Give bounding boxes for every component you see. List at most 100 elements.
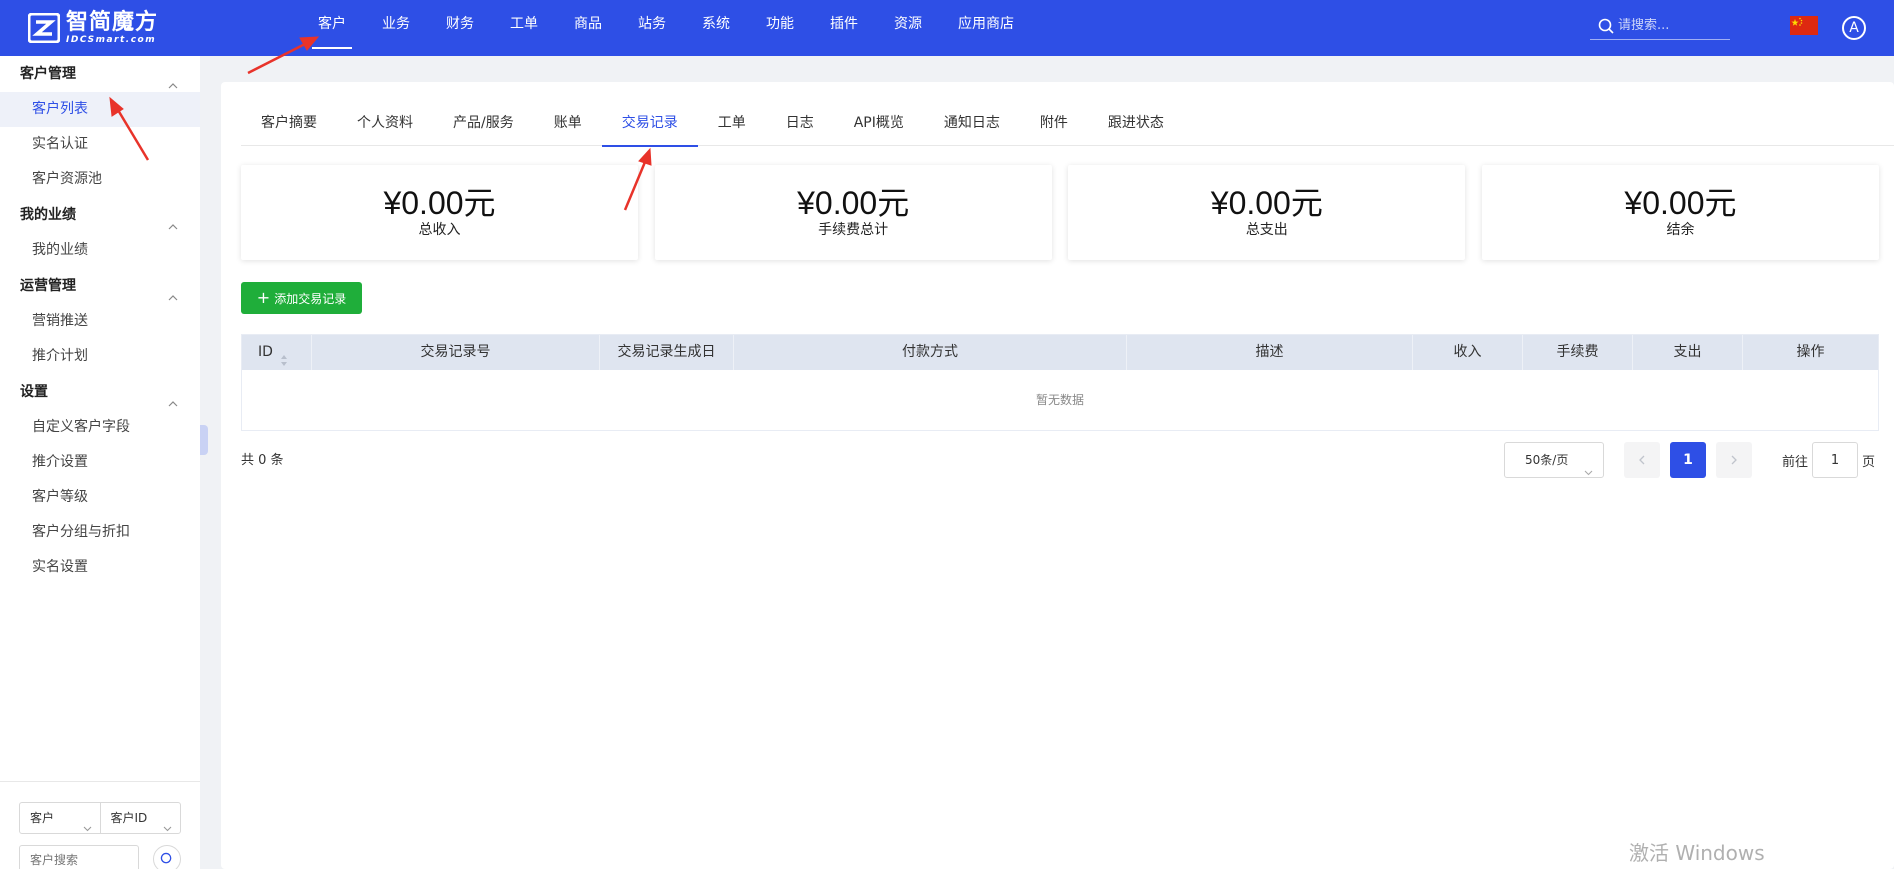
tab-logs[interactable]: 日志 <box>766 102 834 146</box>
stat-label: 结余 <box>1666 222 1695 238</box>
nav-tickets[interactable]: 工单 <box>492 0 556 50</box>
sidebar-item-real-name-auth[interactable]: 实名认证 <box>0 127 200 162</box>
brand-logo[interactable]: 智简魔方 IDCSmart.com <box>27 9 159 46</box>
col-expense: 支出 <box>1633 335 1743 370</box>
page-size-select[interactable]: 50条/页 <box>1504 442 1604 478</box>
user-avatar[interactable]: A <box>1842 16 1866 40</box>
stat-total-fees: ¥0.00元 手续费总计 <box>654 165 1052 260</box>
customer-keyword-input[interactable] <box>19 845 139 869</box>
chevron-right-icon <box>1731 455 1737 465</box>
sidebar-item-marketing-push[interactable]: 营销推送 <box>0 304 200 339</box>
transactions-table: ID 交易记录号 交易记录生成日 付款方式 描述 收入 手续费 支出 操作 暂无… <box>241 334 1879 431</box>
sidebar-item-customer-pool[interactable]: 客户资源池 <box>0 162 200 197</box>
main-nav: 客户 业务 财务 工单 商品 站务 系统 功能 插件 资源 应用商店 <box>300 0 1032 56</box>
stat-value: ¥0.00元 <box>383 185 496 221</box>
stat-balance: ¥0.00元 结余 <box>1481 165 1879 260</box>
chevron-up-icon <box>168 281 178 301</box>
col-id[interactable]: ID <box>242 335 312 370</box>
nav-customers[interactable]: 客户 <box>300 0 364 50</box>
pagination: 50条/页 1 前往 页 <box>1504 442 1875 478</box>
prev-page-button[interactable] <box>1624 442 1660 478</box>
chevron-down-icon <box>1584 456 1593 476</box>
col-fee: 手续费 <box>1523 335 1633 370</box>
china-flag-icon[interactable] <box>1790 16 1818 35</box>
windows-activation-watermark: 激活 Windows <box>1629 841 1765 865</box>
search-type-select[interactable]: 客户 <box>20 803 100 833</box>
sidebar-item-custom-fields[interactable]: 自定义客户字段 <box>0 410 200 445</box>
col-created-date: 交易记录生成日 <box>600 335 734 370</box>
next-page-button[interactable] <box>1716 442 1752 478</box>
total-count: 共 0 条 <box>241 453 284 468</box>
nav-app-store[interactable]: 应用商店 <box>940 0 1032 50</box>
nav-finance[interactable]: 财务 <box>428 0 492 50</box>
page-number-button[interactable]: 1 <box>1670 442 1706 478</box>
nav-features[interactable]: 功能 <box>748 0 812 50</box>
col-payment-method: 付款方式 <box>734 335 1127 370</box>
tab-follow-up-status[interactable]: 跟进状态 <box>1088 102 1184 146</box>
nav-plugins[interactable]: 插件 <box>812 0 876 50</box>
page-size-value: 50条/页 <box>1525 453 1569 467</box>
stat-total-income: ¥0.00元 总收入 <box>241 165 638 260</box>
top-navbar: 智简魔方 IDCSmart.com 客户 业务 财务 工单 商品 站务 系统 功… <box>0 0 1894 56</box>
chevron-up-icon <box>168 69 178 89</box>
tab-api-overview[interactable]: API概览 <box>834 102 924 146</box>
sidebar-group-operations[interactable]: 运营管理 <box>0 268 200 304</box>
sidebar-item-customer-list[interactable]: 客户列表 <box>0 92 200 127</box>
table-empty-state: 暂无数据 <box>1035 393 1084 407</box>
chevron-left-icon <box>1639 455 1645 465</box>
search-icon[interactable] <box>1598 18 1614 34</box>
stat-label: 总支出 <box>1245 222 1288 238</box>
sidebar-item-my-performance[interactable]: 我的业绩 <box>0 233 200 268</box>
nav-system[interactable]: 系统 <box>684 0 748 50</box>
sidebar-group-label: 运营管理 <box>20 278 76 294</box>
tab-customer-summary[interactable]: 客户摘要 <box>241 102 337 146</box>
sidebar-item-groups-discounts[interactable]: 客户分组与折扣 <box>0 515 200 550</box>
sidebar-item-customer-levels[interactable]: 客户等级 <box>0 480 200 515</box>
brand-domain: IDCSmart.com <box>66 34 157 45</box>
sidebar-group-my-performance[interactable]: 我的业绩 <box>0 197 200 233</box>
customer-search-button[interactable] <box>153 845 181 869</box>
col-description: 描述 <box>1127 335 1413 370</box>
sidebar-group-settings[interactable]: 设置 <box>0 374 200 410</box>
tab-tickets[interactable]: 工单 <box>698 102 766 146</box>
col-label: ID <box>258 344 273 360</box>
sidebar-item-referral-settings[interactable]: 推介设置 <box>0 445 200 480</box>
sidebar-quick-search: 客户 客户ID <box>0 781 200 869</box>
tab-notification-logs[interactable]: 通知日志 <box>924 102 1020 146</box>
goto-prefix: 前往 <box>1782 454 1809 470</box>
summary-stats: ¥0.00元 总收入 ¥0.00元 手续费总计 ¥0.00元 总支出 ¥0.00… <box>241 165 1879 260</box>
nav-products[interactable]: 商品 <box>556 0 620 50</box>
main-content-card: 客户摘要 个人资料 产品/服务 账单 交易记录 工单 日志 API概览 通知日志… <box>221 82 1894 869</box>
brand-name: 智简魔方 <box>66 9 159 35</box>
sidebar-item-real-name-settings[interactable]: 实名设置 <box>0 550 200 585</box>
tab-attachments[interactable]: 附件 <box>1020 102 1088 146</box>
tab-profile[interactable]: 个人资料 <box>337 102 433 146</box>
stat-value: ¥0.00元 <box>1624 185 1737 221</box>
sidebar-item-referral-plan[interactable]: 推介计划 <box>0 339 200 374</box>
stat-total-expense: ¥0.00元 总支出 <box>1068 165 1466 260</box>
tab-transactions[interactable]: 交易记录 <box>601 102 698 147</box>
sidebar: 客户管理 客户列表 实名认证 客户资源池 我的业绩 我的业绩 运营管理 营销推送… <box>0 56 200 869</box>
table-header: ID 交易记录号 交易记录生成日 付款方式 描述 收入 手续费 支出 操作 <box>242 335 1878 370</box>
nav-resources[interactable]: 资源 <box>876 0 940 50</box>
nav-business[interactable]: 业务 <box>364 0 428 50</box>
logo-icon <box>27 12 61 44</box>
sidebar-group-label: 我的业绩 <box>20 207 76 223</box>
nav-site[interactable]: 站务 <box>620 0 684 50</box>
sort-icon[interactable] <box>280 346 288 366</box>
tab-invoices[interactable]: 账单 <box>534 102 602 146</box>
goto-page-input[interactable] <box>1812 442 1859 478</box>
sidebar-collapse-handle[interactable] <box>200 425 208 455</box>
add-transaction-button[interactable]: + 添加交易记录 <box>241 282 362 314</box>
chevron-down-icon <box>83 814 92 832</box>
col-transaction-number: 交易记录号 <box>312 335 600 370</box>
stat-label: 手续费总计 <box>818 222 889 238</box>
col-actions: 操作 <box>1796 344 1825 360</box>
sidebar-group-label: 客户管理 <box>20 66 76 82</box>
sidebar-group-customer-management[interactable]: 客户管理 <box>0 56 200 92</box>
tab-products-services[interactable]: 产品/服务 <box>433 102 534 146</box>
chevron-up-icon <box>168 210 178 230</box>
search-input[interactable] <box>1618 18 1723 33</box>
stat-value: ¥0.00元 <box>797 185 910 221</box>
search-field-select[interactable]: 客户ID <box>99 803 181 833</box>
